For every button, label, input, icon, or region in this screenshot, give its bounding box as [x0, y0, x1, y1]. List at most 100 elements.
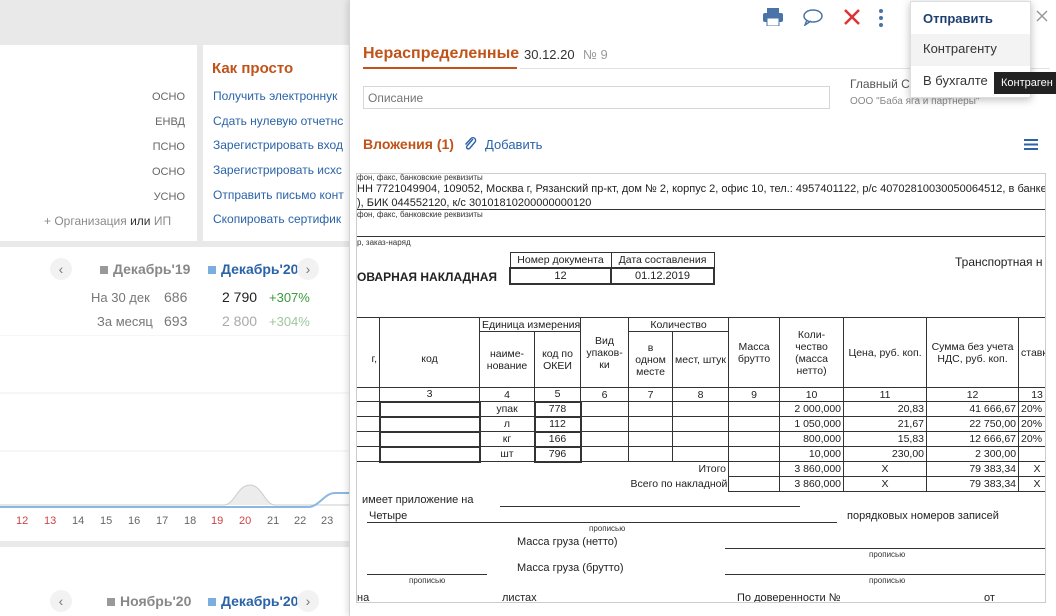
- print-icon[interactable]: [763, 8, 783, 26]
- prev-period-button[interactable]: ‹: [50, 258, 72, 280]
- or-text: или: [130, 214, 151, 228]
- doc-date-label: Дата составления: [610, 252, 715, 268]
- rate-cell: 20%: [1018, 431, 1045, 447]
- unit-cell: упак: [479, 401, 535, 417]
- col-number: 3: [379, 387, 480, 402]
- unit-cell: кг: [479, 431, 535, 447]
- unit-cell: шт: [479, 446, 535, 462]
- tax-label: ПСНО: [152, 141, 185, 153]
- supplier-bank-line: ), БИК 044552120, к/с 301018102000000001…: [357, 197, 592, 209]
- tax-label: ОСНО: [152, 91, 185, 103]
- legend-cur: Декабрь'20: [208, 261, 298, 277]
- day-tick: 22: [294, 515, 307, 527]
- simple-link[interactable]: Получить электроннук: [213, 84, 349, 109]
- close-panel-icon[interactable]: [1036, 10, 1048, 22]
- table-row: шт 796 10,000 230,00 2 300,00: [357, 445, 1045, 463]
- doc-no-value: 12: [509, 266, 612, 285]
- menu-lines-icon[interactable]: [1024, 139, 1038, 150]
- col-number: 13: [1018, 387, 1045, 402]
- add-attachment-link[interactable]: Добавить: [485, 137, 542, 152]
- total-label: Итого: [672, 461, 730, 477]
- req-caption: фон, факс, банковские реквизиты: [357, 210, 483, 219]
- req-caption: фон, факс, банковские реквизиты: [357, 173, 483, 182]
- form-title: ОВАРНАЯ НАКЛАДНАЯ: [357, 270, 498, 284]
- simple-link[interactable]: Зарегистрировать исхс: [213, 158, 349, 183]
- close-document-icon[interactable]: [843, 8, 861, 26]
- qty-cell: 800,000: [779, 431, 845, 447]
- day-tick: 21: [267, 515, 280, 527]
- tax-list: ОСНО ЕНВД ПСНО ОСНО УСНО: [120, 85, 185, 210]
- menu-item-send[interactable]: Отправить: [911, 2, 1030, 34]
- qty-cell: 2 000,000: [779, 401, 845, 417]
- net-header: Коли-чество (масса нетто): [779, 317, 845, 388]
- legend-square-icon: [107, 598, 115, 606]
- col-number: 5: [533, 387, 582, 402]
- description-input[interactable]: [363, 86, 830, 109]
- day-tick: 18: [184, 515, 197, 527]
- price-cell: 230,00: [843, 446, 928, 462]
- simple-link[interactable]: Отправить письмо конт: [213, 183, 349, 208]
- day-tick: 14: [72, 515, 85, 527]
- col-number: 10: [779, 387, 845, 402]
- unit-cell: л: [479, 416, 535, 432]
- add-org-line: + Организация или ИП: [44, 214, 171, 228]
- places-header: мест, штук: [672, 331, 730, 388]
- doc-date: 30.12.20: [524, 47, 575, 62]
- legend-square-icon: [208, 598, 216, 606]
- gross-mass-label: Масса груза (брутто): [517, 562, 624, 574]
- okei-cell: 166: [533, 430, 582, 448]
- doc-number: № 9: [583, 47, 608, 62]
- prev-period-button-2[interactable]: ‹: [50, 590, 72, 612]
- comment-icon[interactable]: [803, 9, 823, 26]
- rate-cell: 20%: [1018, 416, 1045, 432]
- row1-prev: 686: [164, 289, 188, 305]
- day-axis: 12 13 14 15 16 17 18 19 20 21 22 23: [10, 515, 349, 529]
- legend-cur-2: Декабрь'20: [208, 593, 298, 609]
- rule: [725, 574, 1045, 575]
- records-text: порядковых номеров записей: [847, 510, 999, 522]
- col-number: 8: [672, 387, 730, 402]
- legend-square-icon: [208, 266, 216, 274]
- gross-header: Масса брутто: [728, 317, 781, 388]
- okei-cell: 796: [533, 445, 582, 463]
- menu-item-counterparty[interactable]: Контрагенту: [911, 34, 1030, 66]
- doc-number-table: Номер документа Дата составления 12 01.12.…: [509, 252, 715, 285]
- simple-link[interactable]: Скопировать сертифик: [213, 207, 349, 232]
- code-header: код: [379, 331, 480, 388]
- propisyu-caption: прописью: [869, 576, 906, 585]
- total-qty: 3 860,000: [779, 461, 845, 477]
- name-header: наиме-нование: [479, 331, 535, 388]
- next-period-button[interactable]: ›: [297, 258, 319, 280]
- grand-rate-x: X: [1018, 476, 1045, 492]
- grand-qty: 3 860,000: [779, 476, 845, 492]
- add-ip-link[interactable]: ИП: [154, 214, 171, 228]
- col-number: 11: [843, 387, 928, 402]
- simple-title: Как просто: [212, 60, 294, 77]
- rule: [725, 548, 1045, 549]
- more-icon[interactable]: [878, 8, 884, 28]
- price-cell: 15,83: [843, 431, 928, 447]
- doc-date-value: 01.12.2019: [610, 266, 715, 285]
- grand-price-x: X: [843, 476, 928, 492]
- day-tick: 13: [44, 515, 57, 527]
- propisyu-caption: прописью: [589, 524, 626, 533]
- legend-prev: Декабрь'19: [100, 261, 190, 277]
- row2-cur: 2 800: [222, 313, 258, 329]
- total-row: Итого 3 860,000 X 79 383,34 X: [357, 461, 1045, 477]
- pack-header: Вид упаков-ки: [580, 317, 630, 388]
- simple-link[interactable]: Зарегистрировать вход: [213, 133, 349, 158]
- rule: [500, 506, 800, 507]
- rate-header: ставка: [1018, 317, 1045, 388]
- col-number: 6: [580, 387, 630, 402]
- proxy-text: По доверенности №: [737, 592, 841, 603]
- simple-link[interactable]: Сдать нулевую отчетнс: [213, 109, 349, 134]
- supplier-line: НН 7721049904, 109052, Москва г, Рязанск…: [357, 183, 1046, 195]
- next-period-button-2[interactable]: ›: [297, 590, 319, 612]
- day-tick: 20: [239, 515, 252, 527]
- price-header: Цена, руб. коп.: [843, 317, 928, 388]
- sum-cell: 2 300,00: [926, 446, 1020, 462]
- grand-total-row: Всего по накладной 3 860,000 X 79 383,34…: [357, 476, 1045, 492]
- prev-series-area: [0, 484, 349, 506]
- row2-label: За месяц: [97, 314, 153, 329]
- add-organization-link[interactable]: + Организация: [44, 214, 127, 228]
